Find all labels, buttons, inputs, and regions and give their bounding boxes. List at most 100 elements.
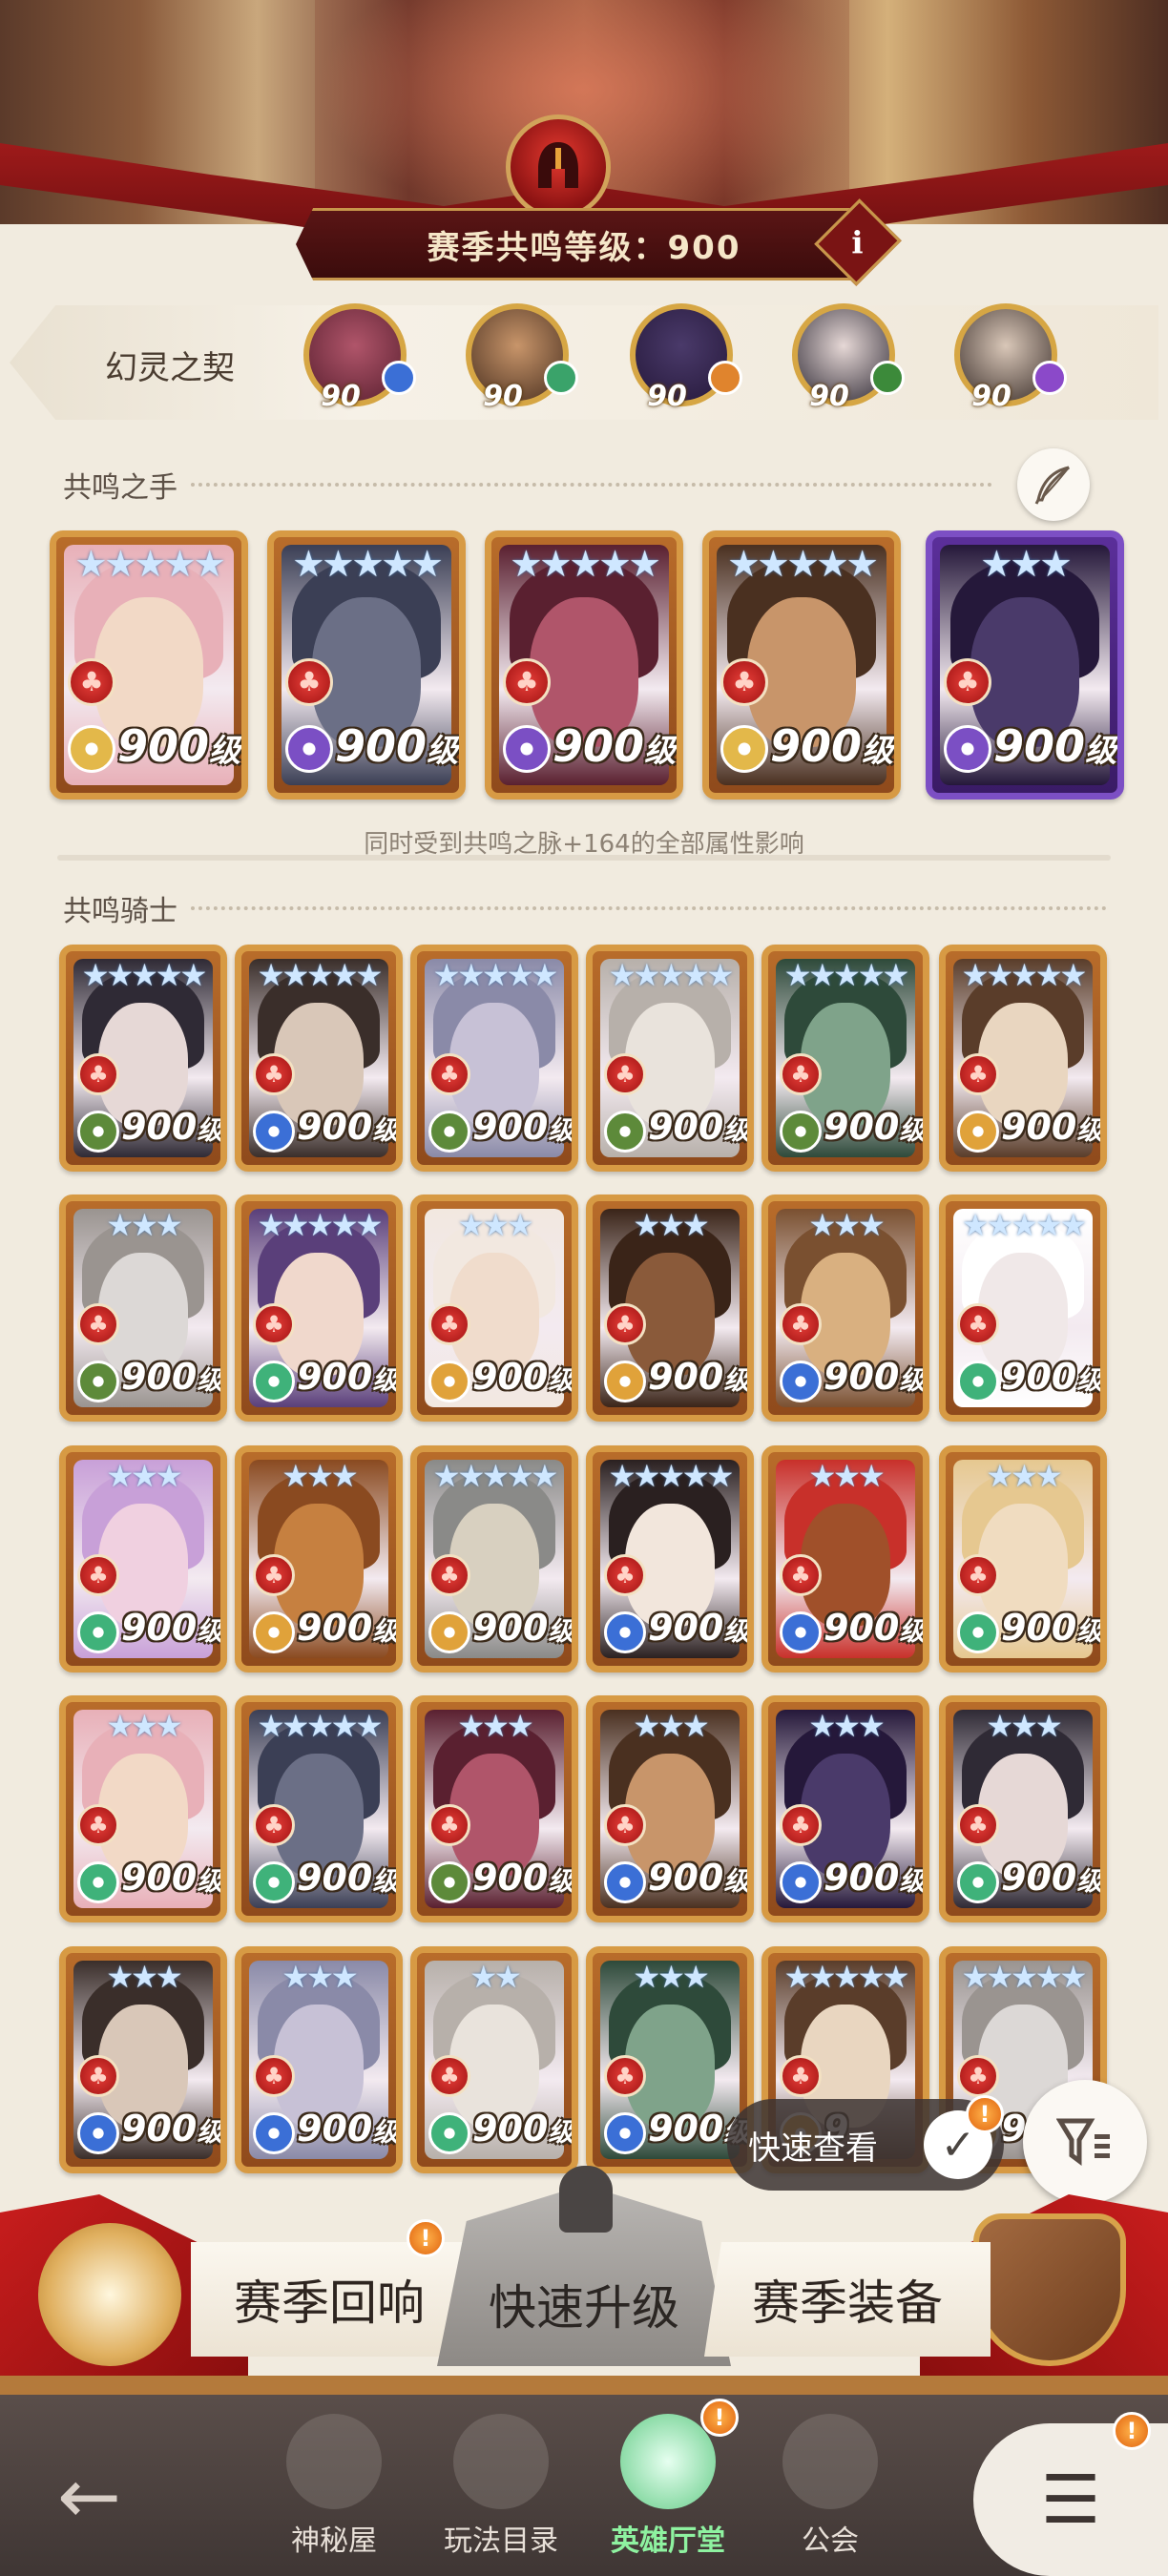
hero-level: 900级 <box>117 720 240 772</box>
season-echo-button[interactable]: 赛季回响 <box>191 2242 468 2357</box>
knight-hero-card[interactable]: ★★★ ♣900级 <box>939 1445 1107 1672</box>
star-rating: ★★★★★ <box>292 543 443 585</box>
star-rating: ★★★ <box>282 1959 358 1995</box>
hero-level-unit: 级 <box>197 1366 223 1396</box>
hero-level: 900级 <box>472 1356 572 1398</box>
knight-hero-card[interactable]: ★★★★★ ♣ 900级 <box>235 945 403 1172</box>
knight-hero-card[interactable]: ★★★ ♣900级 <box>761 1445 929 1672</box>
hero-level: 900级 <box>297 1607 396 1649</box>
hero-level-number: 900 <box>648 1607 724 1649</box>
hero-level-unit: 级 <box>548 1116 574 1146</box>
knight-hero-card[interactable]: ★★★ ♣900级 <box>59 1946 227 2173</box>
knight-hero-card[interactable]: ★★★ ♣900级 <box>410 1195 578 1422</box>
element-badge-icon <box>253 1611 295 1653</box>
contract-avatar-level: 90 <box>809 380 849 413</box>
season-gear-button[interactable]: 赛季装备 <box>704 2242 991 2357</box>
knight-hero-card[interactable]: ★★★★★ ♣ 900级 <box>586 945 754 1172</box>
star-rating: ★★★★★ <box>608 1458 734 1494</box>
filter-icon <box>1056 2118 1110 2166</box>
hand-hero-card[interactable]: ★★★★★ ♣ 900级 <box>485 530 683 800</box>
knight-hero-card[interactable]: ★★★ ♣900级 <box>59 1445 227 1672</box>
quick-view-toggle[interactable]: 快速查看 ✓ <box>727 2099 1004 2191</box>
nav-label: 玩法目录 <box>444 2524 558 2558</box>
star-rating: ★★ <box>469 1959 521 1995</box>
guild-icon <box>782 2414 878 2509</box>
hero-level: 900级 <box>993 720 1116 772</box>
nav-item-game-catalog[interactable]: 玩法目录 <box>429 2404 573 2566</box>
knight-hero-card[interactable]: ★★★★★ ♣ 900级 <box>235 1195 403 1422</box>
hero-level-unit: 级 <box>899 1617 926 1647</box>
knight-hero-card[interactable]: ★★★ ♣900级 <box>761 1195 929 1422</box>
hero-level: 900级 <box>553 720 676 772</box>
hero-level-unit: 级 <box>372 1366 399 1396</box>
knight-hero-card[interactable]: ★★★ ♣900级 <box>235 1445 403 1672</box>
knight-hero-card[interactable]: ★★★ ♣900级 <box>586 1195 754 1422</box>
element-badge-icon <box>382 361 416 395</box>
element-badge-icon <box>870 361 905 395</box>
knight-hero-card[interactable]: ★★★★★ ♣ 900级 <box>410 1445 578 1672</box>
hero-level: 900级 <box>1001 1106 1100 1148</box>
hero-level: 900级 <box>770 720 893 772</box>
shield-emblem-icon <box>973 2213 1126 2366</box>
knight-hero-card[interactable]: ★★★★★ ♣ 900级 <box>59 945 227 1172</box>
hero-level: 900级 <box>335 720 458 772</box>
info-icon: i <box>851 224 865 260</box>
star-rating: ★★★ <box>980 543 1072 585</box>
knight-hero-card[interactable]: ★★★★★ ♣ 900级 <box>235 1695 403 1922</box>
knight-hero-card[interactable]: ★★ ♣ 900级 <box>410 1946 578 2173</box>
class-badge-icon: ♣ <box>253 1303 295 1345</box>
hand-hero-card[interactable]: ★★★★★ ♣ 900级 <box>702 530 901 800</box>
hero-level: 900级 <box>472 1106 574 1148</box>
star-rating: ★★★★★ <box>961 1959 1087 1995</box>
element-badge-icon <box>77 1861 119 1903</box>
hero-level: 900级 <box>648 1857 750 1899</box>
star-rating: ★★★ <box>808 1458 885 1494</box>
class-badge-icon: ♣ <box>957 1053 999 1095</box>
knight-hero-card[interactable]: ★★★★★ ♣ 900级 <box>761 945 929 1172</box>
nav-item-mystery-house[interactable]: 神秘屋 <box>262 2404 406 2566</box>
element-badge-icon <box>428 1861 470 1903</box>
class-badge-icon: ♣ <box>428 1554 470 1596</box>
knight-hero-card[interactable]: ★★★ ♣900级 <box>761 1695 929 1922</box>
knight-hero-card[interactable]: ★★★ ♣900级 <box>586 1695 754 1922</box>
knight-hero-card[interactable]: ★★★ ♣900级 <box>410 1695 578 1922</box>
nav-item-guild[interactable]: 公会 <box>759 2404 902 2566</box>
knight-hero-card[interactable]: ★★★ ♣900级 <box>939 1695 1107 1922</box>
nav-label: 公会 <box>802 2524 859 2558</box>
class-badge-icon: ♣ <box>285 658 333 706</box>
star-rating: ★★★★★ <box>257 957 383 993</box>
hero-level-number: 900 <box>472 1857 549 1899</box>
class-badge-icon: ♣ <box>604 1554 646 1596</box>
star-rating: ★★★★★ <box>74 543 225 585</box>
hero-level-unit: 级 <box>723 1867 750 1897</box>
star-rating: ★★★★★ <box>432 1458 558 1494</box>
star-rating: ★★★★★ <box>432 957 558 993</box>
knight-hero-card[interactable]: ★★★★★ ♣ 900级 <box>939 1195 1107 1422</box>
star-rating: ★★★ <box>986 1708 1062 1744</box>
knight-hero-card[interactable]: ★★★ ♣900级 <box>59 1695 227 1922</box>
mystery-house-icon <box>286 2414 382 2509</box>
element-badge-icon <box>708 361 742 395</box>
filter-button[interactable] <box>1023 2080 1147 2204</box>
hero-level: 900级 <box>472 2108 572 2150</box>
hand-hero-card[interactable]: ★★★★★ ♣ 900级 <box>50 530 248 800</box>
hero-level: 900级 <box>472 1607 572 1649</box>
hero-level-number: 900 <box>472 1607 549 1649</box>
hand-hero-card[interactable]: ★★★★★ ♣ 900级 <box>267 530 466 800</box>
knight-hero-card[interactable]: ★★★ ♣900级 <box>235 1946 403 2173</box>
hand-hero-card[interactable]: ★★★ ♣ 900级 <box>926 530 1124 800</box>
hero-level-unit: 级 <box>1076 1366 1103 1396</box>
knight-hero-card[interactable]: ★★★ ♣900级 <box>59 1195 227 1422</box>
hero-level-number: 900 <box>297 2108 373 2150</box>
back-arrow-icon[interactable]: ← <box>57 2452 121 2541</box>
class-badge-icon: ♣ <box>503 658 551 706</box>
class-badge-icon: ♣ <box>780 1804 822 1846</box>
knight-hero-card[interactable]: ★★★★★ ♣ 900级 <box>586 1445 754 1672</box>
knight-hero-card[interactable]: ★★★★★ ♣ 900级 <box>939 945 1107 1172</box>
knight-hero-card[interactable]: ★★★★★ ♣ 900级 <box>410 945 578 1172</box>
element-badge-icon <box>253 1361 295 1402</box>
class-badge-icon: ♣ <box>77 1053 119 1095</box>
class-badge-icon: ♣ <box>604 1303 646 1345</box>
quill-button[interactable] <box>1017 448 1090 521</box>
class-badge-icon: ♣ <box>253 2055 295 2097</box>
